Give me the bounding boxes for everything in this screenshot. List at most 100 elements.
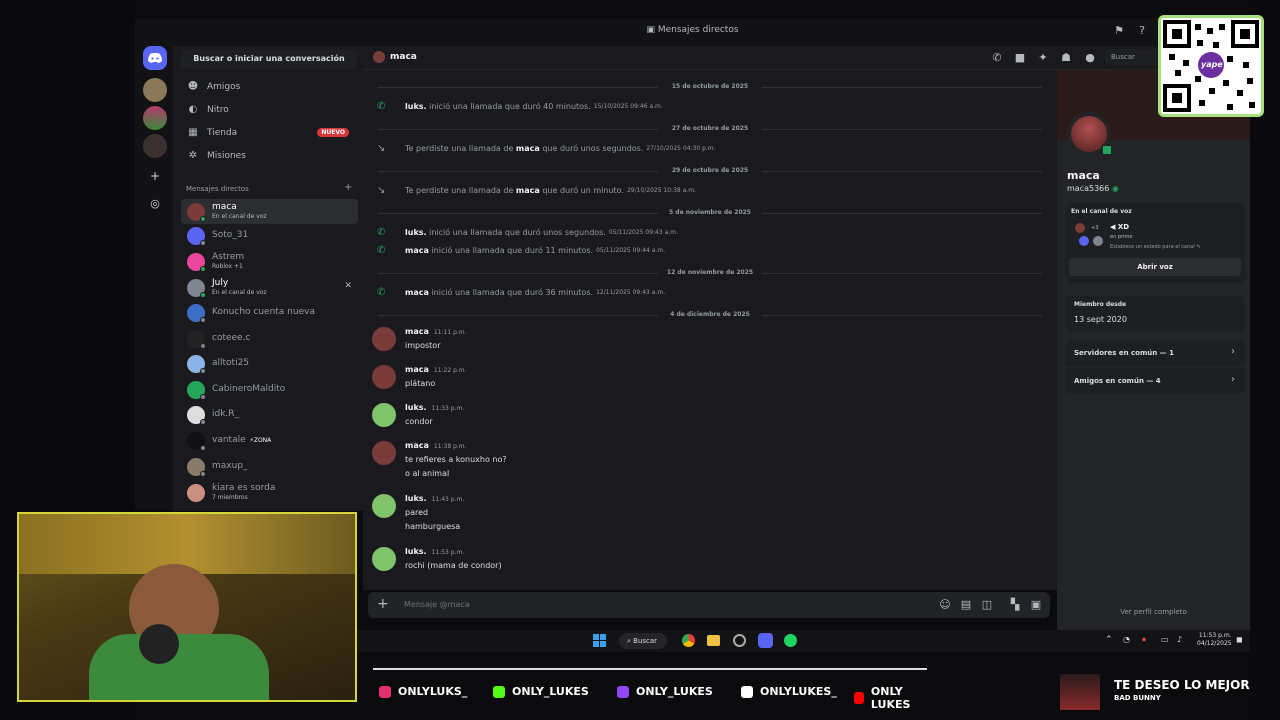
chevron-right-icon: ›	[1231, 346, 1235, 357]
dm-item[interactable]: alltoti25	[181, 351, 358, 376]
dm-item-text: alltoti25	[212, 359, 249, 368]
message-author[interactable]: luks. 11:43 p.m.	[405, 494, 464, 503]
friends-in-common[interactable]: Amigos en común — 4 ›	[1065, 368, 1245, 394]
message-time: 11:43 p.m.	[431, 496, 465, 503]
social-handle-label: ONLY LUKES	[870, 685, 911, 711]
create-dm-icon[interactable]: +	[344, 182, 352, 193]
profile-handle-text: maca5366	[1067, 184, 1110, 193]
explore-icon[interactable]: ◎	[143, 192, 167, 216]
help-icon[interactable]: ?	[1135, 24, 1149, 38]
server-icon-3[interactable]	[143, 134, 167, 158]
gift-icon[interactable]: ▣	[1029, 598, 1043, 612]
voice-hint: Establece un estado para el canal	[1110, 244, 1195, 250]
social-handle-label: ONLY_LUKES	[636, 685, 713, 698]
chrome-icon[interactable]	[682, 634, 695, 647]
dm-item[interactable]: maca En el canal de voz	[181, 199, 358, 224]
webcam-shelf	[19, 514, 355, 574]
nav-quests[interactable]: ✲ Misiones	[181, 146, 357, 166]
author-name: luks.	[405, 403, 427, 412]
open-voice-button[interactable]: Abrir voz	[1069, 258, 1241, 276]
message-author[interactable]: luks. 11:33 p.m.	[405, 403, 464, 412]
message-author[interactable]: maca 11:38 p.m.	[405, 441, 507, 450]
message-line: plátano	[405, 379, 436, 388]
network-icon[interactable]: ▭	[1161, 635, 1169, 644]
avatar[interactable]	[372, 441, 396, 465]
avatar[interactable]	[372, 403, 396, 427]
message-author[interactable]: luks. 11:53 p.m.	[405, 547, 502, 556]
dm-name: kiara es sorda	[212, 482, 276, 493]
file-explorer-icon[interactable]	[707, 635, 720, 646]
message-input[interactable]: Mensaje @maca	[404, 600, 470, 609]
add-friends-icon[interactable]: ☗	[1059, 51, 1073, 65]
nitro-icon: ◐	[188, 104, 198, 115]
nav-friends[interactable]: ☻ Amigos	[181, 77, 357, 97]
servers-in-common-label: Servidores en común — 1	[1074, 349, 1174, 357]
taskbar-clock[interactable]: 11:53 p.m. 04/12/2025	[1197, 632, 1232, 648]
dm-item[interactable]: July En el canal de voz ✕	[181, 275, 358, 300]
nav-shop[interactable]: ▦ Tienda NUEVO	[181, 123, 357, 143]
message-line: pared	[405, 508, 429, 517]
gif-icon[interactable]: ▤	[959, 598, 973, 612]
windows-start-icon[interactable]	[593, 634, 606, 647]
status-indicator	[200, 418, 206, 425]
dm-item[interactable]: Soto_31	[181, 223, 358, 248]
tray-app-icon[interactable]: ◔	[1123, 635, 1130, 644]
dm-item[interactable]: CabineroMaldito	[181, 377, 358, 402]
pin-icon[interactable]: ✦	[1036, 51, 1050, 65]
dm-item[interactable]: Astrem Roblox +1	[181, 249, 358, 274]
dm-item[interactable]: coteee.c	[181, 326, 358, 351]
user-profile-icon[interactable]: ●	[1083, 51, 1097, 65]
status-indicator	[200, 470, 206, 477]
servers-in-common[interactable]: Servidores en común — 1 ›	[1065, 340, 1245, 366]
now-playing-artist: BAD BUNNY	[1114, 694, 1161, 702]
inbox-icon[interactable]: ⚑	[1112, 24, 1126, 38]
volume-icon[interactable]: ♪	[1177, 635, 1182, 644]
server-icon-2[interactable]	[143, 106, 167, 130]
dm-item[interactable]: vantale ⚡ZONA	[181, 428, 358, 453]
nav-label: Misiones	[207, 151, 246, 161]
chat-search-input[interactable]: Buscar	[1105, 49, 1165, 65]
avatar	[187, 303, 206, 323]
apps-icon[interactable]: ▚	[1008, 598, 1022, 612]
sticker-icon[interactable]: ◫	[980, 598, 994, 612]
video-call-icon[interactable]: ■	[1013, 51, 1027, 65]
view-full-profile-link[interactable]: Ver perfil completo	[1057, 608, 1250, 616]
dm-search-button[interactable]: Buscar o iniciar una conversación	[181, 49, 357, 69]
message-body: maca 11:38 p.m. te refieres a konuxho no? o…	[405, 441, 507, 478]
chat-messages: 15 de octubre de 2025 27 de octubre de 20…	[363, 70, 1057, 590]
system-timestamp: 29/10/2025 10:38 a.m.	[626, 187, 696, 194]
avatar[interactable]	[372, 327, 396, 351]
message-author[interactable]: maca 11:11 p.m.	[405, 327, 467, 336]
qr-code-overlay: yape	[1158, 15, 1264, 117]
server-icon-1[interactable]	[143, 78, 167, 102]
add-attachment-icon[interactable]: +	[377, 596, 389, 612]
webcam-overlay	[17, 512, 357, 702]
avatar[interactable]	[372, 494, 396, 518]
add-server-icon[interactable]: +	[143, 164, 167, 188]
dm-item[interactable]: maxup_	[181, 454, 358, 479]
dm-item[interactable]: idk.R_	[181, 402, 358, 427]
system-call-message: ↘ Te perdiste una llamada de maca que dur…	[377, 143, 716, 154]
dm-item[interactable]: Konucho cuenta nueva	[181, 300, 358, 325]
dm-subtitle: En el canal de voz	[212, 212, 267, 220]
app-icon[interactable]	[733, 634, 746, 647]
clock-time: 11:53 p.m.	[1198, 632, 1232, 639]
dm-item-text: maca En el canal de voz	[212, 202, 267, 221]
spotify-icon[interactable]	[784, 634, 797, 647]
microphone-icon[interactable]: ⏺	[1142, 635, 1146, 645]
message-author[interactable]: maca 11:22 p.m.	[405, 365, 467, 374]
message-composer: + Mensaje @maca ☺ ▤ ◫ ▚ ▣	[368, 592, 1050, 618]
discord-taskbar-icon[interactable]	[758, 633, 773, 648]
voice-call-icon[interactable]: ✆	[990, 51, 1004, 65]
notifications-icon[interactable]: ◼	[1236, 635, 1243, 644]
system-timestamp: 05/11/2025 09:43 a.m.	[608, 229, 678, 236]
clock-date: 04/12/2025	[1197, 640, 1232, 647]
nav-nitro[interactable]: ◐ Nitro	[181, 100, 357, 120]
emoji-icon[interactable]: ☺	[938, 598, 952, 612]
tray-chevron-icon[interactable]: ⌃	[1105, 635, 1113, 645]
discord-home-icon[interactable]	[143, 46, 167, 70]
close-dm-icon[interactable]: ✕	[344, 281, 352, 291]
avatar[interactable]	[372, 547, 396, 571]
dm-item[interactable]: kiara es sorda 7 miembros	[181, 480, 358, 505]
avatar[interactable]	[372, 365, 396, 389]
